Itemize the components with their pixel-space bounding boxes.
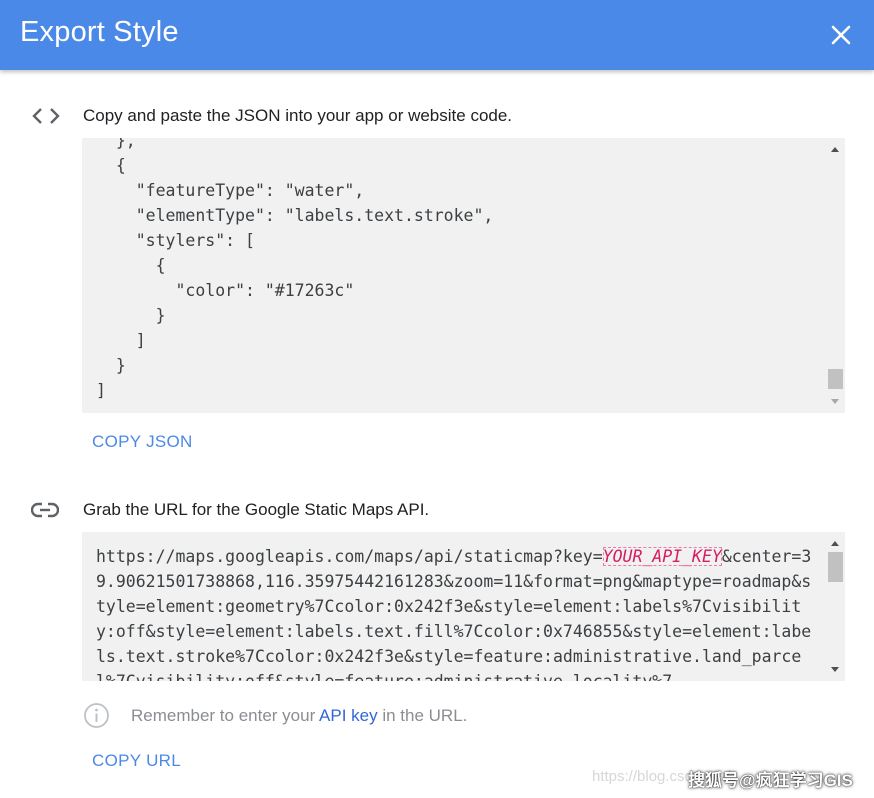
copy-json-button[interactable]: COPY JSON — [92, 432, 193, 452]
url-prefix: https://maps.googleapis.com/maps/api/sta… — [96, 547, 603, 566]
code-icon — [32, 108, 60, 124]
json-code-line: } — [96, 306, 166, 325]
scroll-up-arrow-icon[interactable] — [831, 147, 839, 152]
scroll-down-arrow-icon[interactable] — [831, 667, 839, 672]
json-code-line: "color": "#17263c" — [96, 281, 355, 300]
dialog-title: Export Style — [20, 16, 179, 48]
json-code-line: } — [96, 356, 126, 375]
url-code-box[interactable]: https://maps.googleapis.com/maps/api/sta… — [82, 532, 845, 681]
close-button[interactable] — [826, 20, 856, 50]
json-code-box[interactable]: }, { "featureType": "water", "elementTyp… — [82, 138, 845, 413]
json-code-line: { — [96, 156, 126, 175]
json-code-line: }, — [96, 138, 136, 150]
api-key-placeholder[interactable]: YOUR_API_KEY — [602, 547, 722, 566]
reminder-text: Remember to enter your API key in the UR… — [131, 706, 467, 726]
scroll-down-arrow-icon[interactable] — [831, 399, 839, 404]
json-code-text[interactable]: }, { "featureType": "water", "elementTyp… — [96, 138, 493, 403]
link-icon — [31, 502, 59, 518]
scroll-up-arrow-icon[interactable] — [831, 541, 839, 546]
reminder-text-before: Remember to enter your — [131, 706, 320, 725]
info-icon — [84, 703, 109, 728]
json-code-line: ] — [96, 331, 146, 350]
url-code-text[interactable]: https://maps.googleapis.com/maps/api/sta… — [96, 544, 812, 681]
api-key-link[interactable]: API key — [319, 706, 378, 725]
json-code-line: "featureType": "water", — [96, 181, 365, 200]
url-section-label: Grab the URL for the Google Static Maps … — [83, 500, 430, 519]
json-code-line: { — [96, 256, 166, 275]
json-code-line: ] — [96, 381, 106, 400]
close-icon[interactable] — [826, 20, 856, 50]
copy-url-button[interactable]: COPY URL — [92, 751, 181, 771]
watermark-badge: 搜狐号@疯狂学习GIS — [688, 771, 853, 790]
url-scroll-thumb[interactable] — [828, 552, 843, 582]
url-params: &center=39.90621501738868,116.3597544216… — [96, 547, 812, 681]
reminder-text-after: in the URL. — [377, 706, 468, 725]
json-section-label: Copy and paste the JSON into your app or… — [83, 106, 513, 125]
json-scrollbar[interactable] — [826, 138, 845, 413]
json-code-line: "stylers": [ — [96, 231, 255, 250]
json-code-line: "elementType": "labels.text.stroke", — [96, 206, 494, 225]
url-scrollbar[interactable] — [826, 532, 845, 681]
dialog-header: Export Style — [0, 0, 874, 70]
json-scroll-thumb[interactable] — [828, 368, 843, 389]
